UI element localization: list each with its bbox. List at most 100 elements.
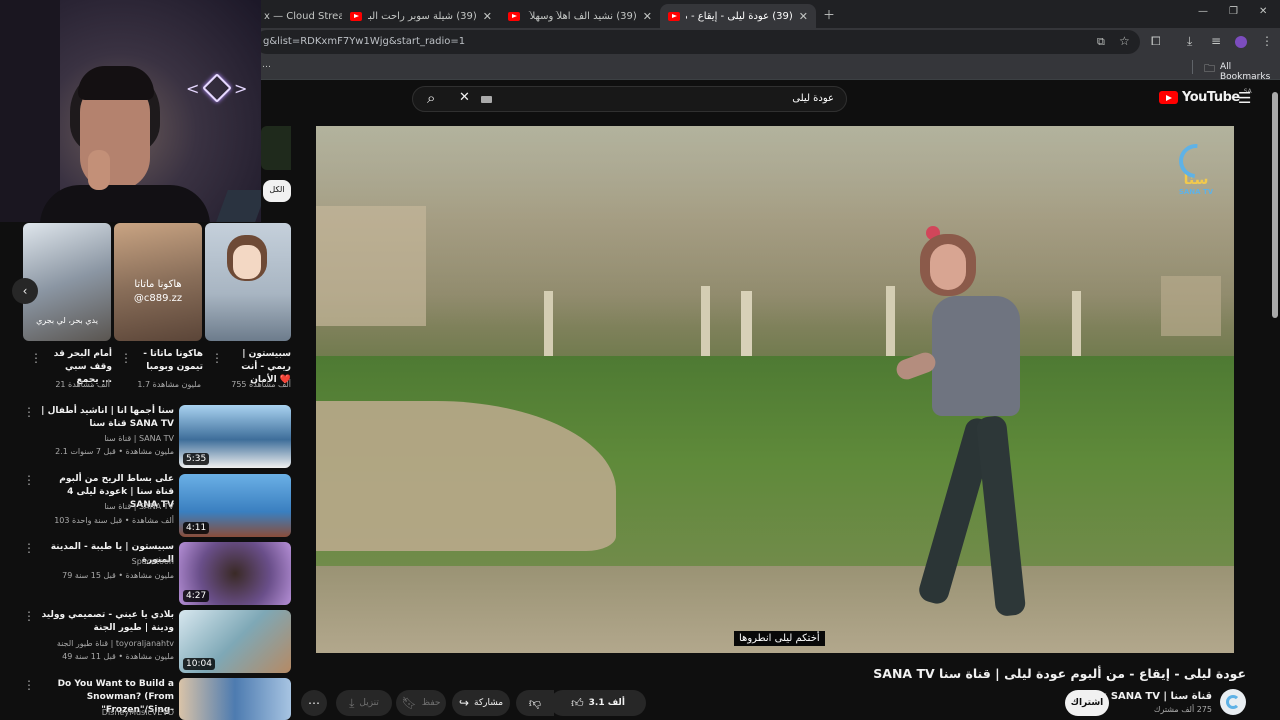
- download-button[interactable]: ⤓ تنزيل: [336, 690, 392, 716]
- minimize-icon[interactable]: —: [1198, 6, 1208, 17]
- short-more-icon[interactable]: ⋮: [30, 351, 42, 365]
- keyboard-icon[interactable]: [481, 96, 492, 103]
- neon-left-chevron-icon: <: [186, 79, 200, 98]
- download-label: تنزيل: [359, 698, 379, 708]
- video-thumbnail[interactable]: 4:27: [179, 542, 291, 605]
- haze: [316, 126, 1234, 326]
- youtube-favicon-icon: [508, 11, 520, 21]
- url-text: g&list=RDKxmF7Yw1Wjg&start_radio=1: [263, 36, 466, 47]
- video-channel[interactable]: قناة سنا | SANA TV: [104, 434, 174, 443]
- video-thumbnail[interactable]: 10:04: [179, 610, 291, 673]
- menu-icon[interactable]: ☰: [1238, 89, 1251, 107]
- video-more-icon[interactable]: ⋮: [23, 405, 35, 419]
- new-tab-icon[interactable]: ＋: [823, 6, 835, 23]
- dislike-icon: 👎︎: [528, 695, 542, 710]
- video-channel[interactable]: قناة طيور الجنة | toyoraljanahtv: [57, 639, 174, 648]
- youtube-favicon-icon: [350, 11, 362, 21]
- neon-diamond-icon: [202, 73, 232, 103]
- short-thumbnail[interactable]: يدي بحر، لي بجري: [23, 223, 111, 341]
- video-thumbnail[interactable]: [179, 678, 291, 720]
- close-icon[interactable]: ✕: [643, 10, 652, 23]
- extensions-icon[interactable]: ⧠: [1151, 34, 1161, 49]
- like-dislike-group: 👍︎ 3.1 ألف: [550, 690, 646, 716]
- ellipsis-icon[interactable]: …: [262, 60, 271, 70]
- youtube-favicon-icon: [668, 11, 680, 21]
- save-label: حفظ: [421, 698, 441, 708]
- more-actions-button[interactable]: ⋯: [301, 690, 327, 716]
- video-subtitle: أختكم ليلى انطروها: [734, 631, 825, 646]
- close-icon[interactable]: ✕: [483, 10, 492, 23]
- short-more-icon[interactable]: ⋮: [211, 351, 223, 365]
- dislike-button[interactable]: 👎︎: [516, 690, 554, 716]
- close-icon[interactable]: ✕: [799, 10, 808, 23]
- video-title-link[interactable]: سنا أجمها انا | اناشيد أطفال | قناة سنا …: [40, 405, 174, 431]
- video-title-link[interactable]: بلادي يا عيني - تصميمي ووليد ودينة | طيو…: [40, 609, 174, 635]
- video-channel[interactable]: DisneyMusicVEVO: [102, 708, 174, 717]
- shorts-prev-button[interactable]: ‹: [12, 278, 38, 304]
- sidebar-banner[interactable]: [261, 126, 291, 170]
- short-views: 755 ألف مشاهدة: [231, 380, 291, 389]
- media-controls-icon[interactable]: ≡: [1211, 34, 1221, 48]
- channel-avatar[interactable]: [1220, 689, 1246, 715]
- short-views: 21 ألف مشاهدة: [55, 380, 110, 389]
- short-title[interactable]: هاكونا ماتاتا - تيمون وبومبا: [135, 348, 203, 374]
- short-more-icon[interactable]: ⋮: [120, 351, 132, 365]
- like-count[interactable]: 3.1 ألف: [589, 698, 625, 708]
- video-player[interactable]: سنا SANA TV: [316, 126, 1234, 653]
- video-channel[interactable]: Spacetoon: [132, 557, 174, 566]
- browser-tab[interactable]: (39) شيلة سوبر راحت البر - Tube ✕: [342, 4, 500, 28]
- neon-logo: < >: [186, 73, 248, 103]
- short-overlay-text: هاكونا ماتاتا @c889.zz: [133, 279, 183, 304]
- share-button[interactable]: ↪ مشاركة: [452, 690, 510, 716]
- channel-avatar-icon: [1226, 695, 1240, 709]
- profile-avatar[interactable]: [1235, 36, 1247, 48]
- install-app-icon[interactable]: ⧉: [1097, 35, 1105, 49]
- like-icon[interactable]: 👍︎: [571, 696, 584, 711]
- short-thumbnail[interactable]: هاكونا ماتاتا @c889.zz: [114, 223, 202, 341]
- video-more-icon[interactable]: ⋮: [23, 609, 35, 623]
- video-meta: 2.1 مليون مشاهدة • قبل 7 سنوات: [55, 447, 174, 456]
- person-shirt: [40, 185, 210, 222]
- leg: [975, 414, 1027, 618]
- more-horizontal-icon: ⋯: [308, 696, 320, 710]
- duration-badge: 5:35: [183, 453, 210, 465]
- tab-label: (39) شيلة سوبر راحت البر - Tube: [368, 10, 477, 22]
- address-input[interactable]: g&list=RDKxmF7Yw1Wjg&start_radio=1: [255, 30, 1140, 54]
- watermark-sub: SANA TV: [1178, 188, 1214, 196]
- video-thumbnail[interactable]: 5:35: [179, 405, 291, 468]
- browser-tab-active[interactable]: (39) عودة ليلى - إيقاع - من ألبوم ✕: [660, 4, 816, 28]
- tab-label: x — Cloud Strea: [264, 10, 342, 22]
- channel-name[interactable]: قناة سنا | SANA TV ✔: [1100, 691, 1212, 702]
- all-bookmarks-link[interactable]: All Bookmarks: [1220, 62, 1280, 82]
- video-thumbnail[interactable]: 4:11: [179, 474, 291, 537]
- tab-label: (39) نشيد الف اهلاً وسهلاً استعراض: [526, 10, 637, 22]
- short-thumbnail[interactable]: [205, 223, 291, 341]
- search-box[interactable]: ⌕ ✕ عودة ليلى: [412, 86, 847, 112]
- browser-tab[interactable]: (39) نشيد الف اهلاً وسهلاً استعراض ✕: [500, 4, 660, 28]
- clear-search-icon[interactable]: ✕: [459, 90, 470, 105]
- subscribe-button[interactable]: اشتراك: [1065, 690, 1109, 716]
- search-icon[interactable]: ⌕: [427, 89, 435, 107]
- video-channel[interactable]: قناة سنا | SANA TV: [104, 502, 174, 511]
- chip-all[interactable]: الكل: [263, 180, 291, 202]
- video-more-icon[interactable]: ⋮: [23, 473, 35, 487]
- short-overlay-text: يدي بحر، لي بجري: [36, 316, 98, 325]
- page-scrollbar[interactable]: [1272, 92, 1278, 318]
- download-icon[interactable]: ⤓: [1187, 34, 1192, 49]
- duration-badge: 4:11: [183, 522, 210, 534]
- neon-right-chevron-icon: >: [234, 79, 248, 98]
- more-menu-icon[interactable]: ⋮: [1261, 34, 1273, 48]
- divider: [1192, 60, 1193, 74]
- bookmark-star-icon[interactable]: ☆: [1119, 34, 1130, 48]
- window-close-icon[interactable]: ✕: [1259, 6, 1267, 17]
- download-icon: ⤓: [349, 695, 355, 710]
- face: [930, 244, 966, 290]
- short-views: 1.7 مليون مشاهدة: [137, 380, 201, 389]
- search-input[interactable]: عودة ليلى: [792, 93, 834, 104]
- video-more-icon[interactable]: ⋮: [23, 678, 35, 692]
- restore-icon[interactable]: ❐: [1229, 6, 1238, 17]
- person-hand: [88, 150, 110, 190]
- browser-tab[interactable]: x — Cloud Strea ✕: [256, 4, 342, 28]
- save-button[interactable]: 🔖︎ حفظ: [396, 690, 446, 716]
- video-more-icon[interactable]: ⋮: [23, 541, 35, 555]
